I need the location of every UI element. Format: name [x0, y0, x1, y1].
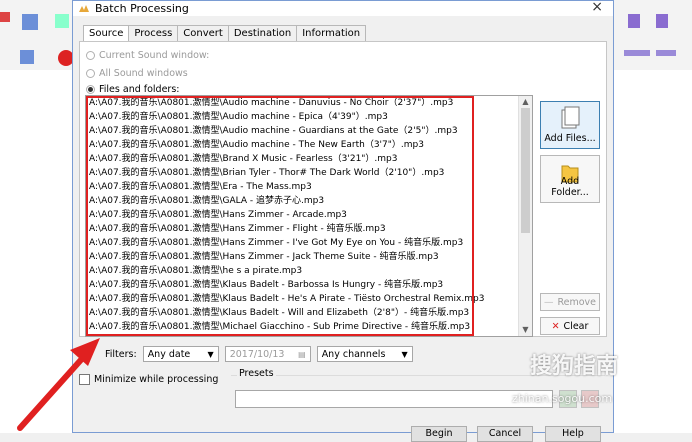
window-title: Batch Processing [95, 2, 189, 15]
radio-files-and-folders[interactable]: Files and folders: [86, 84, 180, 95]
toolbar-icon [20, 50, 34, 64]
tab-convert[interactable]: Convert [177, 25, 229, 41]
add-files-label: Add Files... [544, 133, 596, 144]
watermark-url: zhinan.sogou.com [512, 392, 613, 405]
list-item[interactable]: A:\A07.我的音乐\A0801.激情型\Klaus Badelt - He'… [86, 292, 532, 306]
add-folder-label: Add Folder... [551, 176, 589, 198]
list-item[interactable]: A:\A07.我的音乐\A0801.激情型\Brand X Music - Fe… [86, 152, 532, 166]
calendar-icon: ▤ [298, 350, 306, 359]
date-filter-value: Any date [147, 348, 191, 360]
channels-filter-value: Any channels [321, 348, 386, 360]
list-item[interactable]: A:\A07.我的音乐\A0801.激情型\Hans Zimmer - Flig… [86, 222, 532, 236]
titlebar: Batch Processing × [73, 0, 613, 16]
list-item[interactable]: A:\A07.我的音乐\A0801.激情型\Audio machine - Ep… [86, 110, 532, 124]
scroll-thumb[interactable] [521, 108, 530, 233]
remove-icon: — [543, 296, 554, 308]
cancel-button[interactable]: Cancel [477, 426, 533, 442]
toolbar-icon [628, 14, 640, 28]
clear-button[interactable]: ✕ Clear [540, 317, 600, 335]
tab-process[interactable]: Process [128, 25, 179, 41]
add-folder-button[interactable]: Add Folder... [540, 155, 600, 203]
add-files-button[interactable]: Add Files... [540, 101, 600, 149]
file-list[interactable]: A:\A07.我的音乐\A0801.激情型\Audio machine - Da… [85, 95, 533, 337]
radio-label: Current Sound window: [99, 50, 210, 61]
minimize-checkbox[interactable] [79, 374, 90, 385]
list-item[interactable]: A:\A07.我的音乐\A0801.激情型\Brian Tyler - Thor… [86, 166, 532, 180]
minimize-label: Minimize while processing [94, 374, 219, 385]
list-item[interactable]: A:\A07.我的音乐\A0801.激情型\Hans Zimmer - Jack… [86, 250, 532, 264]
list-item[interactable]: A:\A07.我的音乐\A0801.激情型\GALA - 追梦赤子心.mp3 [86, 194, 532, 208]
radio-label: All Sound windows [99, 68, 188, 79]
date-picker-value: 2017/10/13 [229, 348, 285, 360]
list-item[interactable]: A:\A07.我的音乐\A0801.激情型\Audio machine - Th… [86, 138, 532, 152]
close-icon[interactable]: × [591, 0, 603, 15]
radio-button[interactable] [86, 51, 95, 60]
radio-all-sound-windows[interactable]: All Sound windows [86, 68, 188, 79]
background-toolbar-left [0, 0, 78, 80]
clear-label: Clear [563, 320, 589, 332]
toolbar-icon [624, 50, 650, 56]
file-list-items: A:\A07.我的音乐\A0801.激情型\Audio machine - Da… [86, 96, 532, 334]
list-item[interactable]: A:\A07.我的音乐\A0801.激情型\Audio machine - Gu… [86, 124, 532, 138]
vertical-scrollbar[interactable]: ▲ ▼ [518, 96, 532, 336]
radio-label: Files and folders: [99, 84, 180, 95]
channels-filter-select[interactable]: Any channels ▼ [316, 346, 413, 362]
list-item[interactable]: A:\A07.我的音乐\A0801.激情型\Hans Zimmer - Arca… [86, 208, 532, 222]
tab-bar: Source Process Convert Destination Infor… [83, 25, 367, 41]
file-icon [561, 106, 580, 129]
toolbar-icon [0, 12, 10, 22]
watermark-brand: 搜狗指南 [530, 354, 619, 379]
background-right-band [612, 70, 692, 433]
toolbar-icons-right [624, 14, 676, 56]
remove-button[interactable]: — Remove [540, 293, 600, 311]
list-item[interactable]: A:\A07.我的音乐\A0801.激情型\Michael Giacchino … [86, 320, 532, 334]
scroll-up-icon[interactable]: ▲ [519, 96, 532, 108]
filters-row: Filters: Any date ▼ 2017/10/13 ▤ Any cha… [105, 346, 413, 362]
chevron-down-icon: ▼ [207, 350, 214, 359]
list-item[interactable]: A:\A07.我的音乐\A0801.激情型\he s a pirate.mp3 [86, 264, 532, 278]
chevron-down-icon: ▼ [401, 350, 408, 359]
presets-select[interactable] [235, 390, 553, 408]
remove-label: Remove [557, 296, 597, 308]
radio-button[interactable] [86, 85, 95, 94]
tab-destination[interactable]: Destination [227, 25, 298, 41]
toolbar-icon [656, 50, 676, 56]
list-item[interactable]: A:\A07.我的音乐\A0801.激情型\Hans Zimmer - I've… [86, 236, 532, 250]
list-item[interactable]: A:\A07.我的音乐\A0801.激情型\Klaus Badelt - Bar… [86, 278, 532, 292]
toolbar-icon [656, 14, 668, 28]
date-filter-select[interactable]: Any date ▼ [142, 346, 219, 362]
background-toolbar-right [612, 0, 692, 80]
begin-button[interactable]: Begin [411, 426, 467, 442]
minimize-checkbox-row[interactable]: Minimize while processing [79, 374, 218, 385]
list-item[interactable]: A:\A07.我的音乐\A0801.激情型\Audio machine - Da… [86, 96, 532, 110]
app-icon [79, 4, 89, 12]
background-left-band [0, 70, 78, 433]
date-picker[interactable]: 2017/10/13 ▤ [224, 346, 311, 362]
radio-current-sound-window[interactable]: Current Sound window: [86, 50, 209, 61]
scroll-down-icon[interactable]: ▼ [519, 324, 532, 336]
toolbar-icons-left [0, 12, 74, 66]
radio-button[interactable] [86, 69, 95, 78]
toolbar-icon [55, 14, 69, 28]
filters-label: Filters: [105, 348, 137, 360]
clear-icon: ✕ [551, 320, 560, 332]
toolbar-icon [22, 14, 38, 30]
help-button[interactable]: Help [545, 426, 601, 442]
tab-information[interactable]: Information [296, 25, 367, 41]
list-item[interactable]: A:\A07.我的音乐\A0801.激情型\Klaus Badelt - Wil… [86, 306, 532, 320]
list-item[interactable]: A:\A07.我的音乐\A0801.激情型\Era - The Mass.mp3 [86, 180, 532, 194]
tab-source[interactable]: Source [83, 25, 130, 41]
presets-label: Presets [237, 368, 276, 379]
